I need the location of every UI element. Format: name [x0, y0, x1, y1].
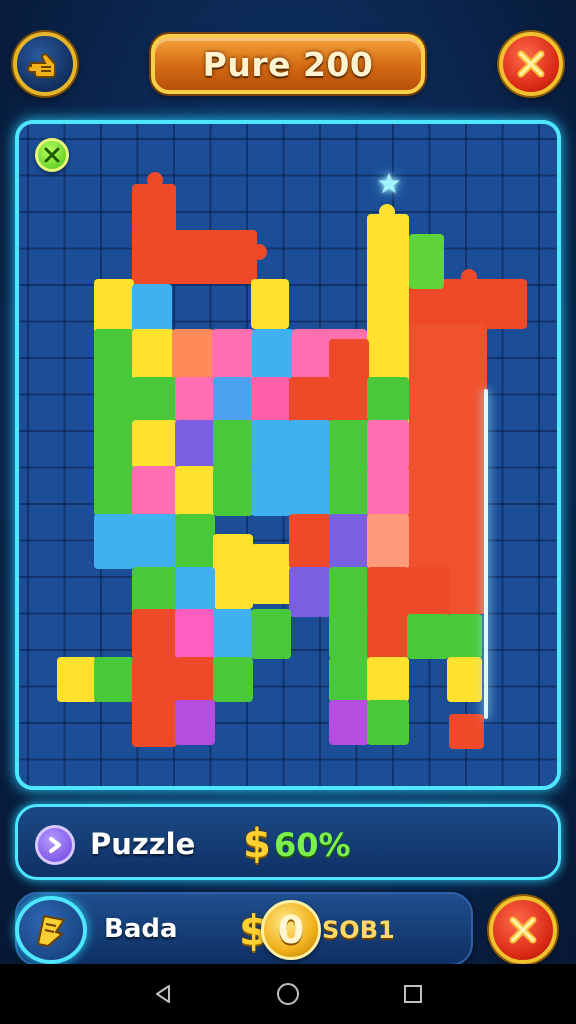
puzzle-piece[interactable]: [251, 279, 289, 329]
puzzle-piece[interactable]: [367, 420, 409, 468]
puzzle-piece[interactable]: [407, 614, 449, 659]
chevron-badge-icon: [49, 837, 61, 853]
puzzle-piece[interactable]: [329, 700, 369, 745]
puzzle-piece[interactable]: [213, 466, 253, 516]
puzzle-piece[interactable]: [329, 657, 369, 702]
puzzle-piece[interactable]: [329, 339, 369, 429]
puzzle-knob: [379, 204, 395, 220]
puzzle-piece[interactable]: [212, 329, 254, 379]
puzzle-piece[interactable]: [132, 184, 176, 234]
close-bottom-button[interactable]: [489, 896, 557, 964]
puzzle-piece[interactable]: [289, 377, 331, 422]
puzzle-piece[interactable]: [329, 420, 369, 468]
puzzle-piece[interactable]: [94, 466, 134, 516]
sparkle-star-icon: ★: [376, 167, 402, 200]
home-circle-icon: [276, 983, 299, 1005]
puzzle-piece[interactable]: [213, 609, 253, 659]
puzzle-piece[interactable]: [132, 420, 177, 468]
puzzle-piece[interactable]: [407, 567, 449, 617]
puzzle-piece[interactable]: [132, 466, 177, 516]
puzzle-piece[interactable]: [94, 279, 134, 334]
system-nav-bar: [0, 964, 576, 1024]
bada-label: Bada: [104, 914, 178, 944]
puzzle-piece[interactable]: [367, 466, 409, 516]
puzzle-piece[interactable]: [175, 514, 215, 569]
puzzle-piece[interactable]: [94, 657, 134, 702]
puzzle-piece[interactable]: [409, 234, 444, 289]
puzzle-piece[interactable]: [175, 420, 215, 468]
level-title-plate: Pure 200: [151, 34, 425, 94]
level-title: Pure 200: [202, 44, 374, 84]
puzzle-knob: [461, 269, 477, 285]
wing-badge-icon: [36, 914, 66, 948]
puzzle-board[interactable]: ★: [15, 120, 561, 790]
puzzle-panel-button[interactable]: [35, 825, 75, 865]
puzzle-piece[interactable]: [449, 714, 484, 749]
bada-code: SOB1: [322, 916, 395, 944]
puzzle-piece[interactable]: [175, 657, 215, 702]
bada-badge-button[interactable]: [15, 896, 87, 964]
puzzle-piece[interactable]: [132, 230, 257, 284]
top-bar: Pure 200: [0, 0, 576, 120]
puzzle-piece[interactable]: [251, 466, 291, 516]
coin-value: 0: [277, 908, 305, 952]
puzzle-piece[interactable]: [329, 514, 369, 569]
puzzle-piece[interactable]: [367, 377, 409, 422]
puzzle-piece[interactable]: [252, 329, 294, 379]
puzzle-piece[interactable]: [367, 609, 409, 659]
puzzle-piece[interactable]: [367, 657, 409, 702]
puzzle-piece[interactable]: [289, 567, 331, 617]
puzzle-piece[interactable]: [132, 657, 177, 747]
puzzle-piece[interactable]: [132, 377, 177, 422]
puzzle-piece[interactable]: [132, 284, 172, 332]
puzzle-piece[interactable]: [367, 700, 409, 745]
puzzle-piece[interactable]: [175, 700, 215, 745]
nav-recents-button[interactable]: [393, 974, 433, 1014]
puzzle-piece[interactable]: [329, 609, 369, 659]
puzzle-piece[interactable]: [329, 466, 369, 516]
puzzle-piece[interactable]: [94, 514, 134, 569]
coin-icon: 0: [261, 900, 321, 960]
shuffle-button[interactable]: [35, 138, 69, 172]
puzzle-piece[interactable]: [213, 377, 253, 422]
recents-square-icon: [404, 985, 423, 1003]
puzzle-knob: [147, 172, 163, 188]
nav-back-button[interactable]: [143, 974, 183, 1014]
puzzle-piece[interactable]: [251, 420, 291, 468]
back-button[interactable]: [13, 32, 77, 96]
puzzle-label: Puzzle: [90, 827, 196, 861]
puzzle-piece[interactable]: [175, 377, 215, 422]
close-button[interactable]: [499, 32, 563, 96]
dollar-sign: $: [243, 821, 271, 867]
puzzle-piece[interactable]: [175, 609, 215, 659]
puzzle-piece[interactable]: [172, 329, 214, 379]
puzzle-piece[interactable]: [251, 377, 291, 422]
nav-home-button[interactable]: [268, 974, 308, 1014]
pointing-hand-icon: [27, 53, 56, 78]
puzzle-progress-value: 60%: [274, 826, 351, 864]
puzzle-piece[interactable]: [132, 329, 174, 379]
puzzle-piece[interactable]: [289, 420, 331, 468]
puzzle-piece[interactable]: [175, 466, 215, 516]
close-x-icon: [509, 916, 537, 944]
puzzle-piece[interactable]: [94, 329, 134, 479]
glow-edge: [484, 389, 488, 719]
puzzle-piece[interactable]: [57, 657, 97, 702]
puzzle-piece[interactable]: [289, 514, 331, 569]
puzzle-piece[interactable]: [213, 534, 253, 609]
puzzle-progress-panel: Puzzle $ 60%: [15, 804, 561, 880]
puzzle-piece[interactable]: [447, 614, 482, 659]
back-triangle-icon: [155, 985, 170, 1003]
shuffle-icon: [44, 147, 60, 163]
puzzle-piece[interactable]: [213, 420, 253, 468]
puzzle-piece[interactable]: [289, 466, 331, 516]
puzzle-piece[interactable]: [251, 609, 291, 659]
puzzle-piece[interactable]: [213, 657, 253, 702]
puzzle-piece[interactable]: [132, 609, 177, 659]
close-x-icon: [517, 50, 545, 78]
puzzle-knob: [251, 244, 267, 260]
puzzle-piece[interactable]: [132, 514, 177, 569]
puzzle-piece[interactable]: [367, 514, 409, 569]
puzzle-piece[interactable]: [447, 657, 482, 702]
